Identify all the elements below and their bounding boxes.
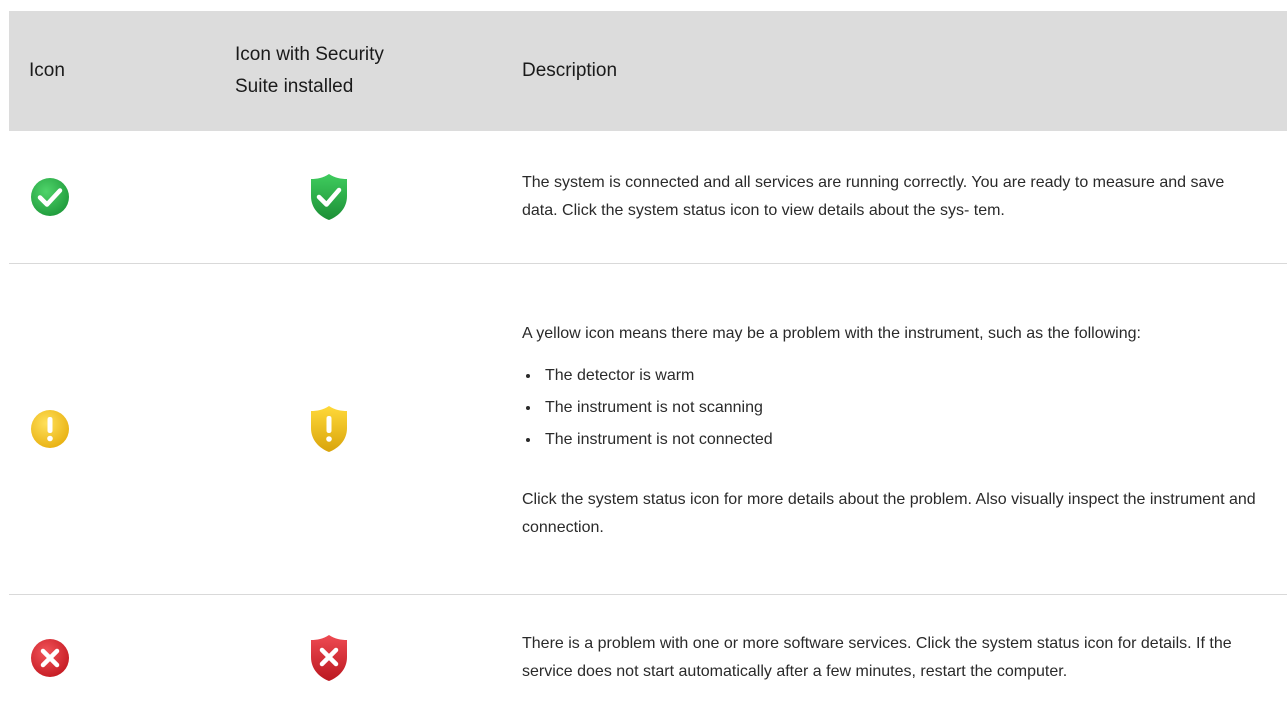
header-description: Description [500, 11, 1287, 131]
table-row: The system is connected and all services… [9, 131, 1287, 264]
icon-cell [9, 595, 218, 721]
security-icon-cell [218, 263, 500, 595]
description-text: A yellow icon means there may be a probl… [522, 325, 1141, 342]
x-shield-icon [311, 634, 347, 681]
exclamation-shield-icon [311, 406, 347, 452]
header-security-line1: Icon with Security [235, 44, 384, 65]
icon-cell [9, 263, 218, 595]
description-cell: There is a problem with one or more soft… [500, 595, 1287, 721]
description-text: The system is connected and all services… [522, 174, 1225, 219]
cropped-heading [0, 0, 1287, 11]
header-security-line2: Suite installed [235, 76, 354, 97]
bullet-list: The detector is warm The instrument is n… [522, 360, 1257, 456]
page: Icon Icon with Security Suite installed … [0, 0, 1287, 724]
list-item: The instrument is not scanning [541, 392, 1257, 424]
security-icon-cell [218, 131, 500, 264]
description-cell: A yellow icon means there may be a probl… [500, 263, 1287, 595]
icon-cell [9, 131, 218, 264]
security-icon-cell [218, 595, 500, 721]
exclamation-circle-icon [31, 410, 69, 448]
table-row: There is a problem with one or more soft… [9, 595, 1287, 721]
followup-text: Click the system status icon for more de… [522, 491, 1256, 536]
description-cell: The system is connected and all services… [500, 131, 1287, 264]
header-security-icon: Icon with Security Suite installed [218, 11, 500, 131]
status-icon-table: Icon Icon with Security Suite installed … [9, 11, 1287, 720]
check-circle-icon [31, 178, 69, 216]
list-item: The detector is warm [541, 360, 1257, 392]
x-circle-icon [31, 638, 69, 677]
check-shield-icon [311, 174, 347, 220]
table-header-row: Icon Icon with Security Suite installed … [9, 11, 1287, 131]
list-item: The instrument is not connected [541, 424, 1257, 456]
table-row: A yellow icon means there may be a probl… [9, 263, 1287, 595]
header-icon: Icon [9, 11, 218, 131]
description-text: There is a problem with one or more soft… [522, 634, 1232, 680]
